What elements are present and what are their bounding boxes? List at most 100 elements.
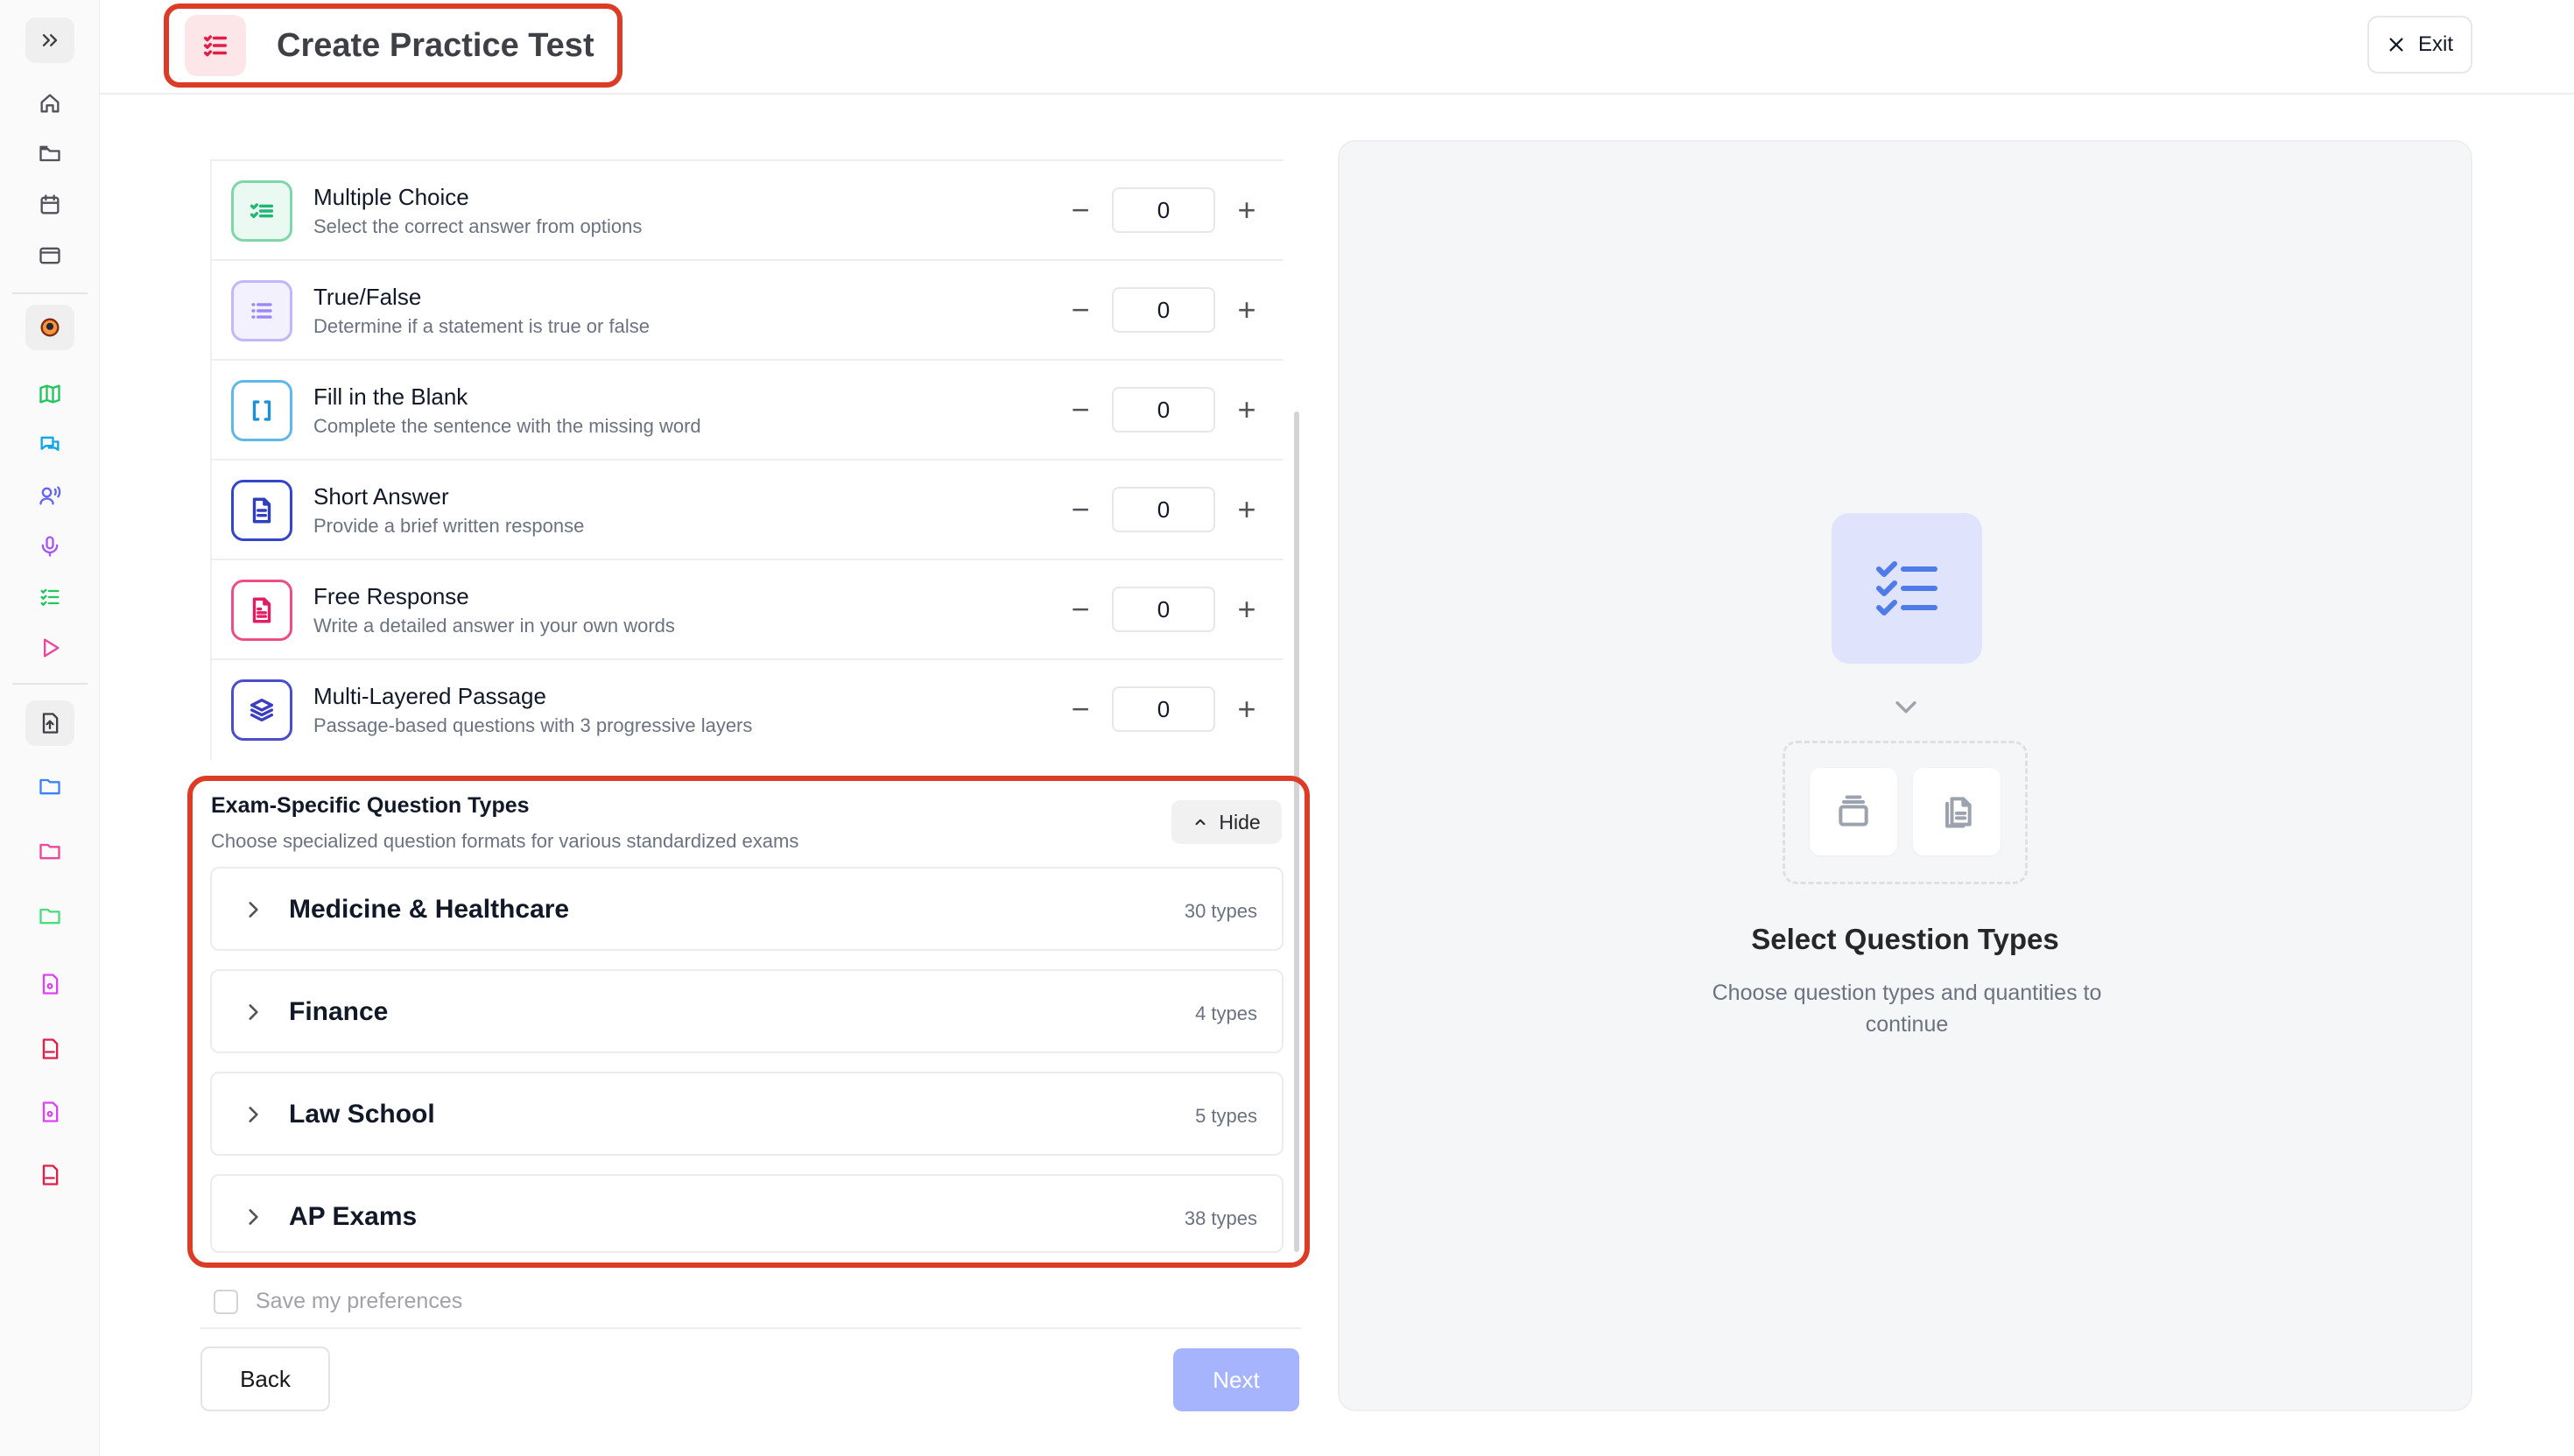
sidebar-home[interactable] [25, 81, 74, 126]
pdf-file-icon [42, 1164, 59, 1185]
category-count: 4 types [1195, 1002, 1257, 1024]
question-type-name: True/False [313, 284, 422, 310]
decrement-button[interactable]: − [1063, 592, 1098, 627]
speaking-person-icon [39, 486, 61, 505]
increment-button[interactable]: + [1229, 392, 1264, 427]
folder-icon [39, 843, 60, 860]
category-name: AP Exams [289, 1202, 418, 1231]
stack-icon [1839, 795, 1868, 826]
quantity-input[interactable]: 0 [1112, 487, 1215, 532]
category-count: 30 types [1184, 900, 1257, 922]
sidebar-folder-1[interactable] [25, 763, 74, 809]
category-medicine[interactable]: Medicine & Healthcare 30 types [210, 867, 1283, 951]
quantity-input[interactable]: 0 [1112, 587, 1215, 632]
question-type-name: Fill in the Blank [313, 383, 468, 410]
increment-button[interactable]: + [1229, 592, 1264, 627]
category-name: Law School [289, 1100, 435, 1129]
question-type-name: Short Answer [313, 483, 449, 510]
folder-icon [39, 908, 60, 925]
copy-document-icon [1945, 797, 1972, 828]
question-type-row: Multiple Choice Select the correct answe… [210, 161, 1283, 261]
chevron-right-icon [249, 1209, 258, 1225]
file-text-icon [252, 597, 271, 623]
category-count: 5 types [1195, 1105, 1257, 1127]
question-type-description: Determine if a statement is true or fals… [313, 315, 650, 337]
quantity-input[interactable]: 0 [1112, 187, 1215, 233]
save-preferences[interactable]: Save my preferences [214, 1289, 462, 1314]
sidebar-play[interactable] [25, 625, 74, 671]
microphone-icon [41, 536, 59, 557]
increment-button[interactable]: + [1229, 193, 1264, 228]
chat-bubbles-icon [40, 436, 60, 451]
increment-button[interactable]: + [1229, 692, 1264, 727]
sidebar-file-1[interactable] [25, 961, 74, 1007]
avatar-icon [40, 318, 60, 337]
quantity-input[interactable]: 0 [1112, 686, 1215, 732]
sidebar-calendar[interactable] [25, 182, 74, 228]
decrement-button[interactable]: − [1063, 392, 1098, 427]
exam-section-title: Exam-Specific Question Types [211, 793, 530, 818]
sidebar-folder-2[interactable] [25, 828, 74, 874]
decrement-button[interactable]: − [1063, 193, 1098, 228]
audio-file-icon [42, 974, 59, 995]
next-button[interactable]: Next [1173, 1348, 1299, 1411]
category-finance[interactable]: Finance 4 types [210, 969, 1283, 1053]
category-name: Finance [289, 997, 389, 1026]
question-type-row: Fill in the Blank Complete the sentence … [210, 361, 1283, 461]
sidebar-file-3[interactable] [25, 1089, 74, 1135]
sidebar-upload[interactable] [25, 700, 74, 746]
stack-card [1810, 768, 1897, 855]
header: Create Practice Test Exit [100, 0, 2574, 95]
audio-file-icon [42, 1101, 59, 1122]
increment-button[interactable]: + [1229, 292, 1264, 327]
save-preferences-label: Save my preferences [256, 1289, 463, 1313]
sidebar-microphone[interactable] [25, 524, 74, 569]
question-type-row: True/False Determine if a statement is t… [210, 261, 1283, 361]
sidebar-folders[interactable] [25, 131, 74, 177]
checklist-icon [250, 203, 274, 219]
increment-button[interactable]: + [1229, 492, 1264, 527]
hide-button[interactable]: Hide [1171, 800, 1282, 844]
double-chevron-right-icon [42, 34, 58, 46]
browser-window-icon [39, 247, 60, 264]
category-count: 38 types [1184, 1207, 1257, 1229]
sidebar-file-2[interactable] [25, 1026, 74, 1072]
sidebar-avatar[interactable] [25, 305, 74, 350]
question-type-name: Multi-Layered Passage [313, 683, 546, 709]
back-button[interactable]: Back [200, 1347, 330, 1411]
checklist-icon [1876, 561, 1938, 615]
quantity-input[interactable]: 0 [1112, 287, 1215, 333]
hide-label: Hide [1219, 810, 1261, 834]
sidebar-browser[interactable] [25, 233, 74, 278]
exit-label: Exit [2417, 32, 2453, 56]
exam-section-subtitle: Choose specialized question formats for … [211, 830, 799, 852]
question-type-description: Provide a brief written response [313, 515, 585, 537]
exit-button[interactable]: Exit [2367, 16, 2472, 74]
multiple-choice-badge [231, 180, 292, 242]
decrement-button[interactable]: − [1063, 692, 1098, 727]
true-false-badge [231, 280, 292, 341]
illustration-dropzone [1783, 741, 2028, 884]
question-type-description: Write a detailed answer in your own word… [313, 615, 675, 637]
question-type-row: Multi-Layered Passage Passage-based ques… [210, 660, 1283, 760]
sidebar-folder-3[interactable] [25, 893, 74, 939]
sidebar-voice[interactable] [25, 473, 74, 518]
sidebar-file-4[interactable] [25, 1152, 74, 1198]
decrement-button[interactable]: − [1063, 492, 1098, 527]
category-ap-exams[interactable]: AP Exams 38 types [210, 1174, 1283, 1253]
sidebar-quiz[interactable] [25, 574, 74, 620]
sidebar-map[interactable] [25, 371, 74, 417]
question-type-description: Passage-based questions with 3 progressi… [313, 714, 753, 736]
empty-state-subtitle: Choose question types and quantities to … [1712, 981, 2102, 1037]
save-preferences-checkbox[interactable] [214, 1289, 238, 1314]
decrement-button[interactable]: − [1063, 292, 1098, 327]
brackets-icon [252, 400, 271, 421]
document-icon [252, 497, 271, 524]
sidebar-chat[interactable] [25, 422, 74, 468]
expand-sidebar-button[interactable] [25, 18, 74, 63]
category-law-school[interactable]: Law School 5 types [210, 1072, 1283, 1156]
checklist-icon [203, 35, 228, 57]
home-icon [40, 94, 60, 113]
quantity-input[interactable]: 0 [1112, 387, 1215, 433]
question-type-description: Select the correct answer from options [313, 215, 643, 237]
